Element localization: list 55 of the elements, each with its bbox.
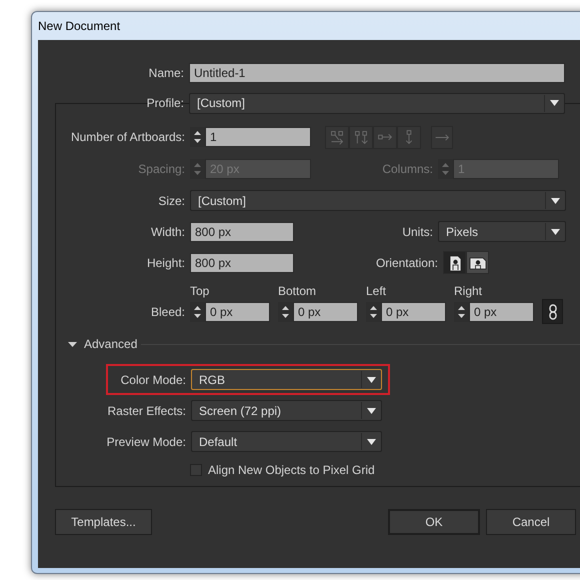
stepper-icon[interactable] (278, 302, 293, 322)
bleed-field[interactable]: 0 px (205, 302, 270, 322)
caret-icon (367, 376, 376, 382)
checkbox-label: Align New Objects to Pixel Grid (208, 462, 375, 479)
field-label: Units: (402, 224, 433, 240)
field-label: Bleed: (150, 304, 185, 320)
dropdown[interactable]: Default (191, 431, 382, 452)
stepper-icon[interactable] (454, 302, 469, 322)
height-field[interactable]: 800 px (190, 252, 294, 272)
caret-icon (551, 228, 560, 234)
orientation-button[interactable] (443, 251, 466, 274)
profile-dropdown[interactable]: [Custom] (189, 92, 565, 114)
section-header[interactable]: Advanced (84, 335, 138, 353)
window-title: New Document (38, 18, 120, 35)
bleed-field[interactable]: 0 px (469, 302, 534, 322)
field-label: Name: (148, 65, 184, 82)
bleed-side-label: Bottom (278, 283, 318, 299)
dialog-button[interactable]: Templates... (55, 509, 152, 535)
field-label: Profile: (146, 95, 184, 112)
checkbox[interactable] (190, 464, 202, 476)
caret-icon (367, 408, 376, 414)
dropdown[interactable]: Screen (72 ppi) (191, 400, 382, 421)
field-label: Raster Effects: (108, 402, 186, 420)
caret-icon (367, 438, 376, 444)
link-button[interactable] (542, 299, 563, 324)
bleed-side-label: Right (454, 283, 484, 299)
stepper-icon[interactable] (190, 127, 205, 147)
dialog-button[interactable]: Cancel (486, 509, 576, 535)
bleed-side-label: Left (366, 283, 388, 299)
artboards-field[interactable]: 1 (205, 127, 311, 147)
caret-icon (551, 198, 560, 204)
field-label: Color Mode: (120, 372, 186, 388)
field-label: Size: (158, 192, 185, 210)
width-field[interactable]: 800 px (190, 222, 294, 242)
bleed-field[interactable]: 0 px (381, 302, 446, 322)
dropdown[interactable]: RGB (191, 369, 382, 390)
size-dropdown[interactable]: [Custom] (190, 190, 566, 211)
caret-icon (550, 100, 559, 106)
disclosure-triangle-icon[interactable] (68, 340, 77, 348)
field-label: Height: (146, 254, 185, 272)
field-label: Width: (150, 224, 185, 240)
field-label: Preview Mode: (106, 434, 186, 450)
chain-link-icon (548, 304, 556, 320)
orientation-button[interactable] (466, 251, 489, 274)
field-label: Orientation: (376, 254, 438, 272)
field-label: Columns: (382, 160, 433, 178)
field-label: Spacing: (138, 160, 185, 178)
units-dropdown[interactable]: Pixels (438, 221, 566, 242)
stepper-icon[interactable] (366, 302, 381, 322)
bleed-side-label: Top (190, 283, 210, 299)
stepper-icon[interactable] (190, 302, 205, 322)
field-label: Number of Artboards: (70, 129, 185, 146)
bleed-field[interactable]: 0 px (293, 302, 358, 322)
name-field[interactable]: Untitled-1 (189, 63, 565, 83)
dialog-button[interactable]: OK (388, 509, 480, 535)
